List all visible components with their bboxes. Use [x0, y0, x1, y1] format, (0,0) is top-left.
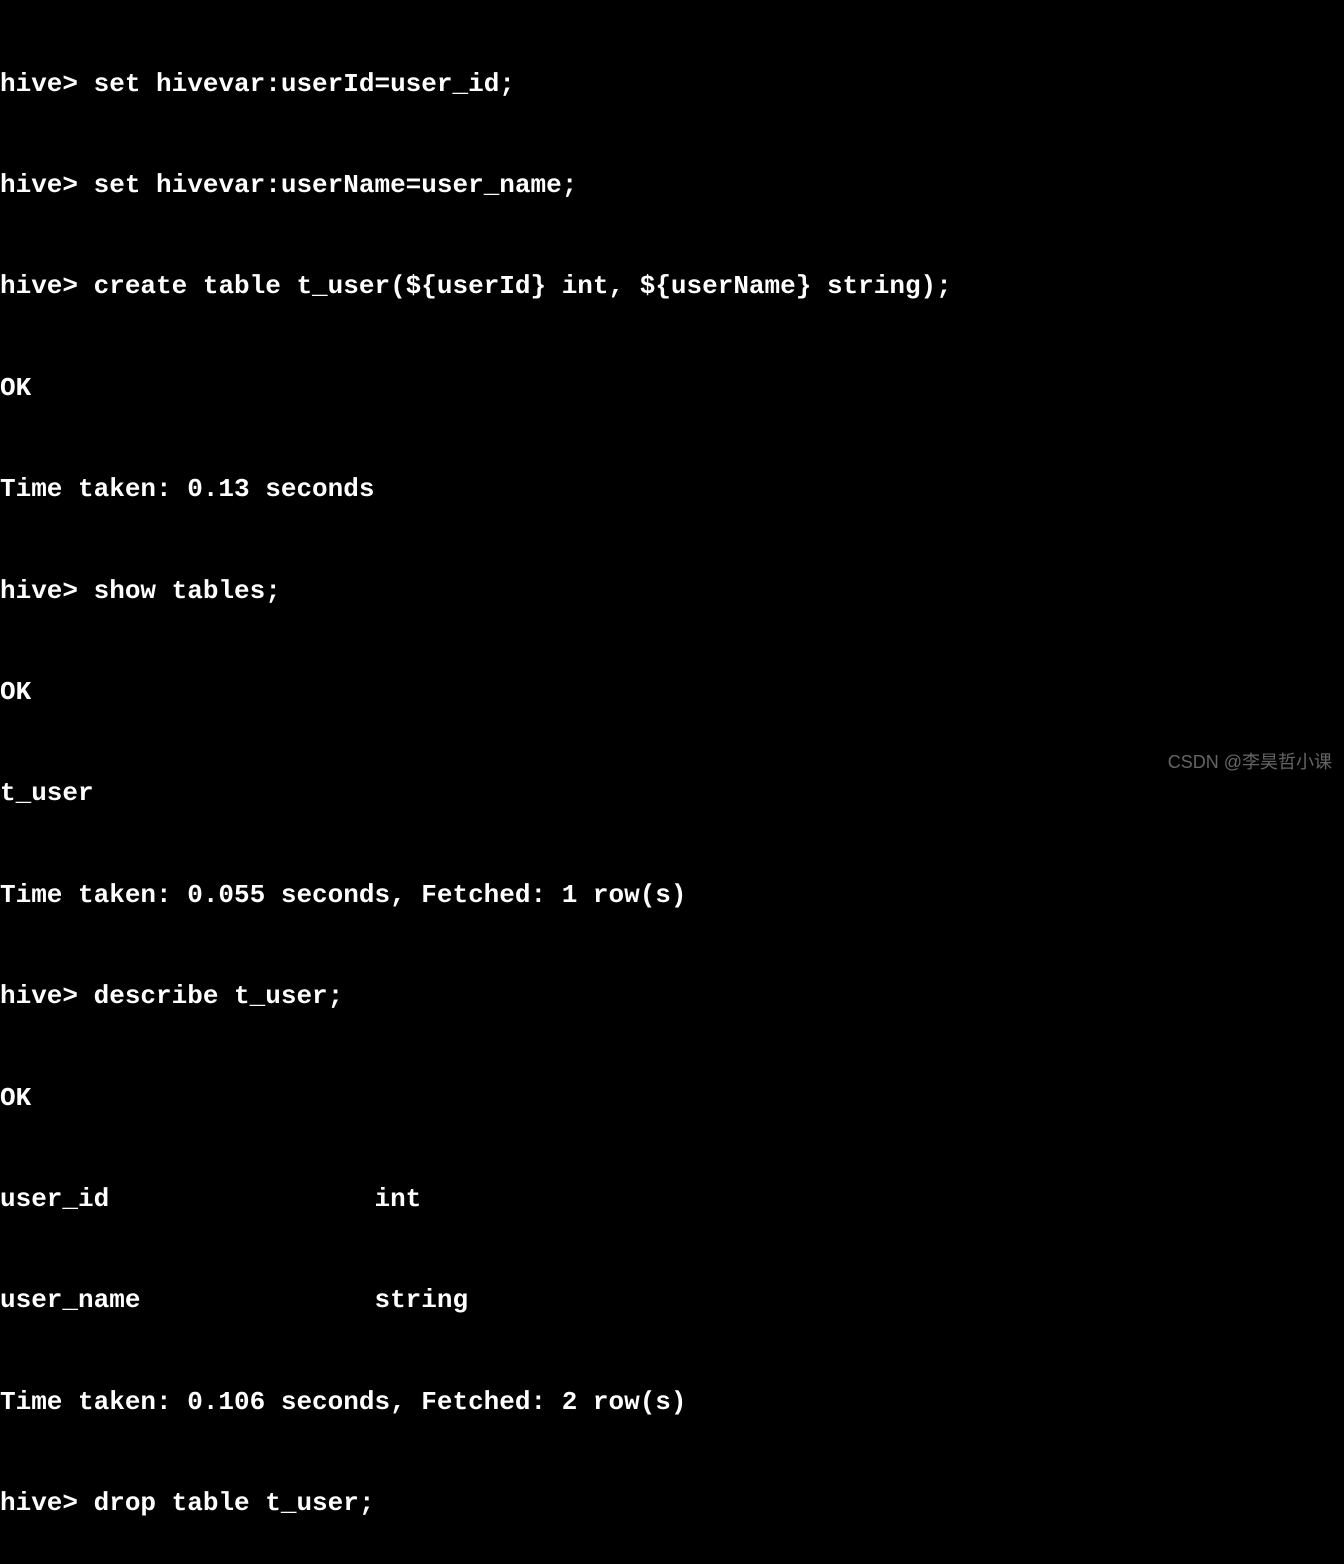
output-line: Time taken: 0.13 seconds	[0, 473, 1344, 507]
prompt: hive>	[0, 271, 94, 301]
output-line: Time taken: 0.106 seconds, Fetched: 2 ro…	[0, 1386, 1344, 1420]
command-text: show tables;	[94, 576, 281, 606]
prompt: hive>	[0, 69, 94, 99]
prompt: hive>	[0, 170, 94, 200]
prompt: hive>	[0, 576, 94, 606]
output-line: OK	[0, 676, 1344, 710]
output-line: user_id int	[0, 1183, 1344, 1217]
command-text: set hivevar:userName=user_name;	[94, 170, 578, 200]
output-line: OK	[0, 372, 1344, 406]
command-text: describe t_user;	[94, 981, 344, 1011]
output-line: Time taken: 0.055 seconds, Fetched: 1 ro…	[0, 879, 1344, 913]
terminal-output[interactable]: hive> set hivevar:userId=user_id; hive> …	[0, 0, 1344, 1564]
command-text: set hivevar:userId=user_id;	[94, 69, 515, 99]
output-line: t_user	[0, 777, 1344, 811]
output-line: user_name string	[0, 1284, 1344, 1318]
prompt: hive>	[0, 981, 94, 1011]
watermark-text: CSDN @李昊哲小课	[1168, 751, 1332, 774]
command-text: create table t_user(${userId} int, ${use…	[94, 271, 952, 301]
output-line: OK	[0, 1082, 1344, 1116]
prompt: hive>	[0, 1488, 94, 1518]
command-text: drop table t_user;	[94, 1488, 375, 1518]
